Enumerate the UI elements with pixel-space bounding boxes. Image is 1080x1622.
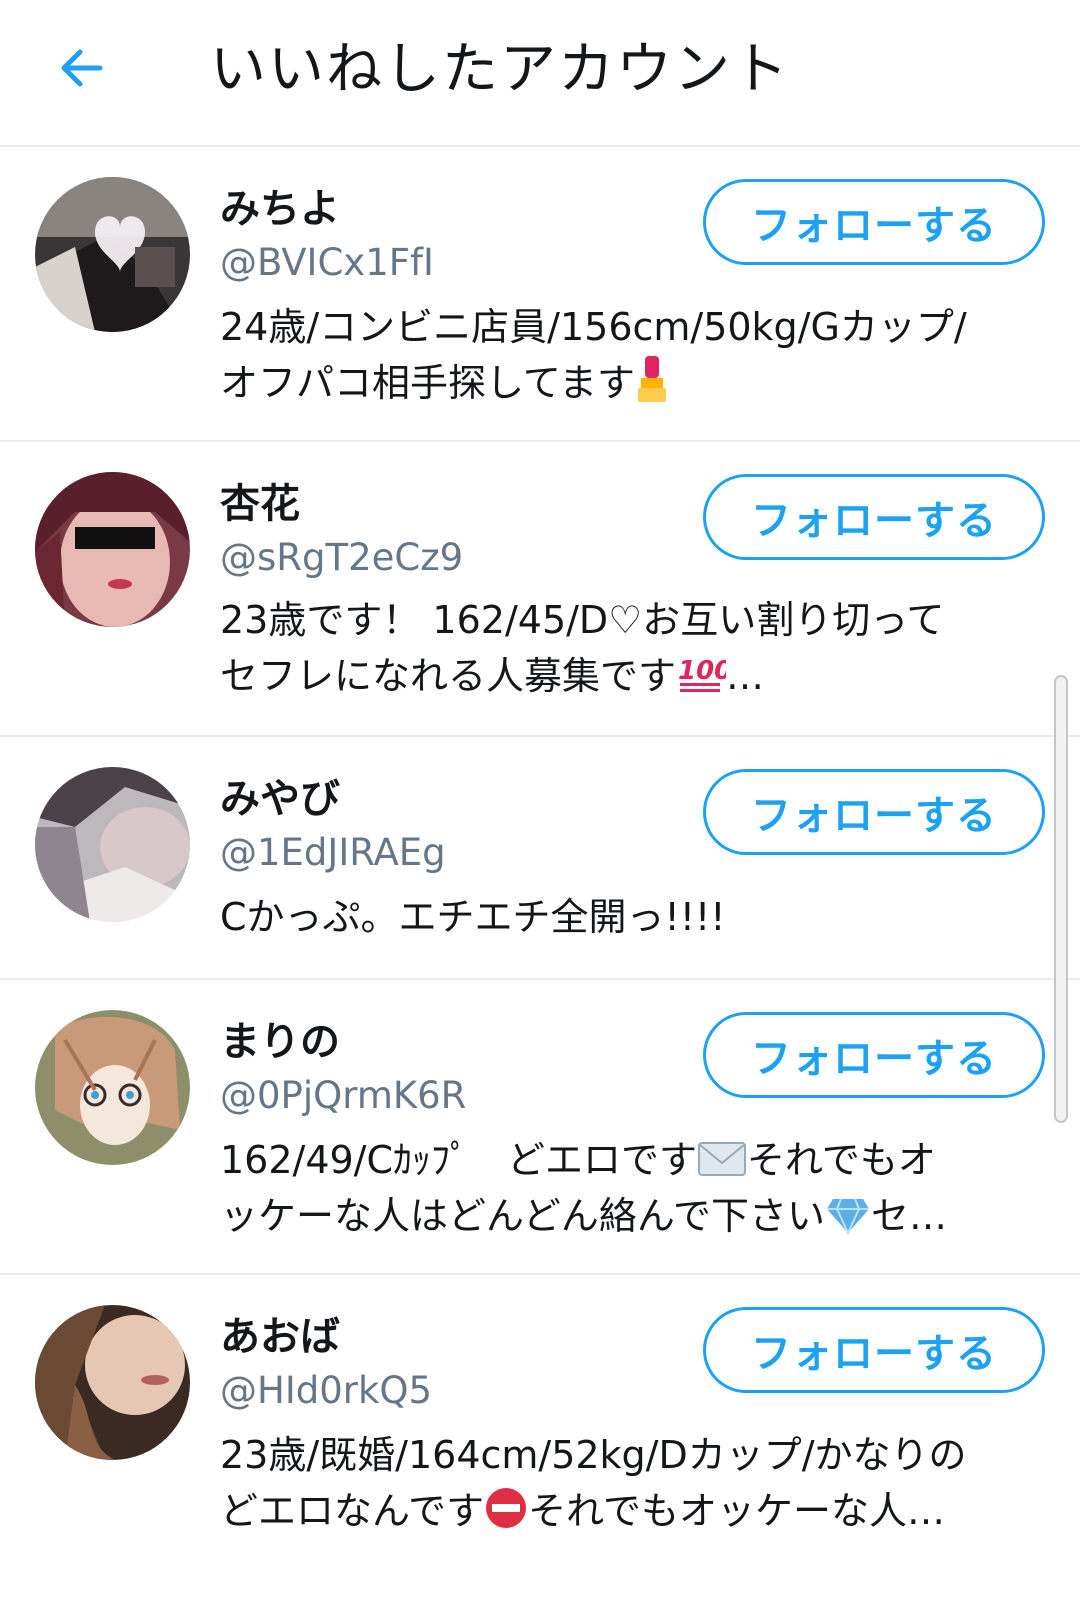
user-handle: @sRgT2eCz9 (220, 536, 464, 579)
avatar[interactable] (35, 177, 190, 332)
account-row[interactable]: あおば @HId0rkQ5 フォローする 23歳/既婚/164cm/52kg/D… (0, 1275, 1080, 1575)
avatar[interactable] (35, 1010, 190, 1165)
display-name: まりの (220, 1019, 340, 1065)
envelope-icon (698, 1142, 747, 1176)
bio: 24歳/コンビニ店員/156cm/50kg/Gカップ/ オフパコ相手探してます (220, 299, 1050, 411)
bio-line: セフレになれる人募集です100… (220, 648, 1050, 704)
follow-button[interactable]: フォローする (703, 1307, 1045, 1393)
back-button[interactable] (50, 36, 114, 100)
display-name: みちよ (220, 186, 340, 232)
avatar[interactable] (35, 472, 190, 627)
no-entry-icon (486, 1488, 527, 1528)
avatar[interactable] (35, 1305, 190, 1460)
display-name: あおば (220, 1314, 340, 1360)
bio: 23歳/既婚/164cm/52kg/Dカップ/かなりの どエロなんです それでもオ… (220, 1427, 1050, 1539)
bio-line: 23歳です！ 162/45/D♡お互い割り切って (220, 598, 945, 642)
follow-button[interactable]: フォローする (703, 1012, 1045, 1098)
top-bar: いいねしたアカウント (0, 0, 1080, 147)
arrow-left-icon (61, 49, 103, 87)
user-handle: @0PjQrmK6R (220, 1074, 467, 1117)
bio: 23歳です！ 162/45/D♡お互い割り切って セフレになれる人募集です100… (220, 592, 1050, 704)
scrollbar[interactable] (1054, 675, 1068, 1123)
bio-text: セフレになれる人募集です (220, 654, 677, 698)
user-handle: @1EdJIRAEg (220, 831, 446, 874)
bio-text: ッケーな人はどんどん絡んで下さい (220, 1194, 825, 1238)
bio-text: それでもオ (747, 1138, 936, 1182)
follow-button[interactable]: フォローする (703, 474, 1045, 560)
bio-line: 24歳/コンビニ店員/156cm/50kg/Gカップ/ (220, 305, 967, 349)
user-handle: @BVICx1FfI (220, 241, 434, 284)
bio-text: どエロなんです (220, 1489, 485, 1533)
gem-icon (826, 1198, 869, 1235)
follow-button[interactable]: フォローする (703, 179, 1045, 265)
avatar[interactable] (35, 767, 190, 922)
bio-line: オフパコ相手探してます (220, 355, 1050, 411)
account-row[interactable]: みやび @1EdJIRAEg フォローする Cかっぷ。エチエチ全開っ!!!! (0, 737, 1080, 980)
display-name: 杏花 (220, 481, 300, 527)
bio-text: それでもオッケーな人… (528, 1489, 945, 1533)
lipstick-icon (637, 356, 666, 402)
hundred-points-icon: 100 (678, 656, 726, 692)
display-name: みやび (220, 776, 340, 822)
bio-line: ッケーな人はどんどん絡んで下さい セ… (220, 1188, 1050, 1244)
bio-line: Cかっぷ。エチエチ全開っ!!!! (220, 895, 726, 939)
bio-line: どエロなんです それでもオッケーな人… (220, 1483, 1050, 1539)
bio: Cかっぷ。エチエチ全開っ!!!! (220, 889, 1050, 945)
bio-line: 23歳/既婚/164cm/52kg/Dカップ/かなりの (220, 1433, 967, 1477)
account-list: みちよ @BVICx1FfI フォローする 24歳/コンビニ店員/156cm/5… (0, 147, 1080, 1575)
bio-ellipsis: … (726, 654, 765, 698)
svg-text:100: 100 (678, 656, 726, 686)
account-row[interactable]: みちよ @BVICx1FfI フォローする 24歳/コンビニ店員/156cm/5… (0, 147, 1080, 442)
bio-text: セ… (870, 1194, 947, 1238)
account-row[interactable]: 杏花 @sRgT2eCz9 フォローする 23歳です！ 162/45/D♡お互い… (0, 442, 1080, 737)
account-row[interactable]: まりの @0PjQrmK6R フォローする 162/49/Cｶｯﾌﾟ どエロです… (0, 980, 1080, 1275)
user-handle: @HId0rkQ5 (220, 1369, 433, 1412)
bio-text: オフパコ相手探してます (220, 361, 635, 405)
bio-text: 162/49/Cｶｯﾌﾟ どエロです (220, 1138, 698, 1182)
page-title: いいねしたアカウント (210, 37, 790, 102)
bio: 162/49/Cｶｯﾌﾟ どエロです それでもオ ッケーな人はどんどん絡んで下さい… (220, 1132, 1050, 1244)
follow-button[interactable]: フォローする (703, 769, 1045, 855)
bio-line: 162/49/Cｶｯﾌﾟ どエロです それでもオ (220, 1132, 1050, 1188)
